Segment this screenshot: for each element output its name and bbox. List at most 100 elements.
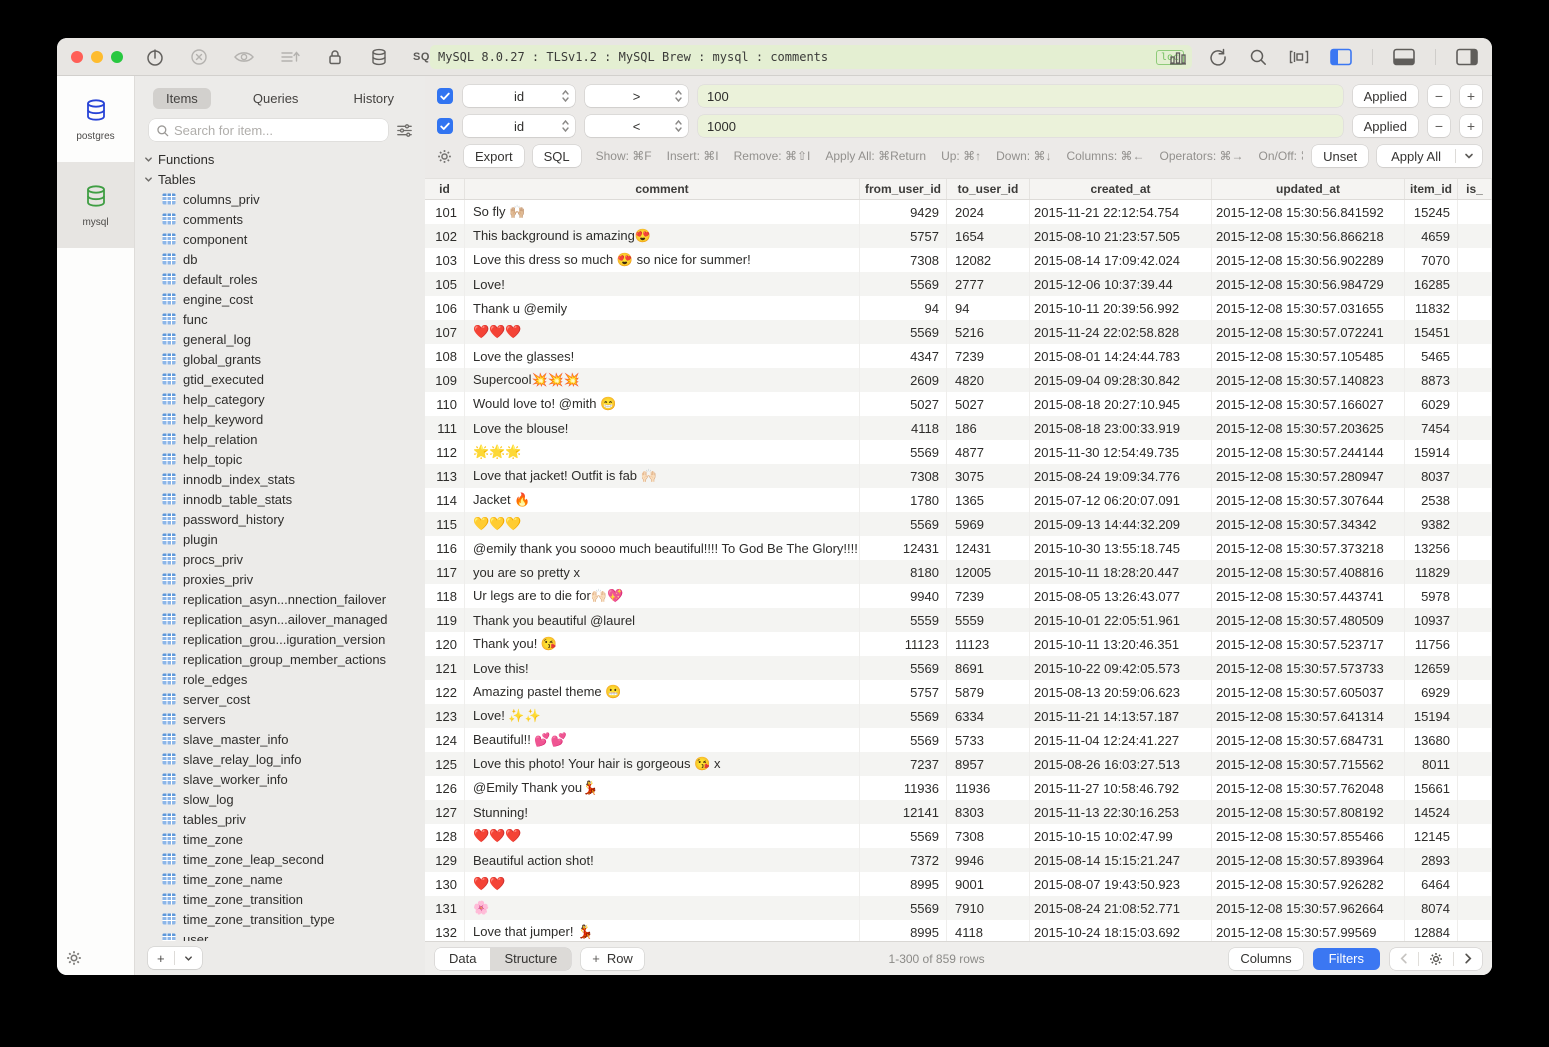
cell-updated_at[interactable]: 2015-12-08 15:30:57.072241	[1212, 320, 1405, 344]
sidebar-table-role_edges[interactable]: role_edges	[135, 669, 425, 689]
cell-updated_at[interactable]: 2015-12-08 15:30:56.841592	[1212, 200, 1405, 224]
cell-id[interactable]: 120	[425, 632, 465, 656]
cell-created_at[interactable]: 2015-08-01 14:24:44.783	[1030, 344, 1212, 368]
export-button[interactable]: Export	[464, 145, 524, 167]
cell-id[interactable]: 119	[425, 608, 465, 632]
tree-section-tables[interactable]: Tables	[135, 169, 425, 189]
cell-created_at[interactable]: 2015-08-14 17:09:42.024	[1030, 248, 1212, 272]
cell-comment[interactable]: you are so pretty x	[465, 560, 860, 584]
cell-id[interactable]: 132	[425, 920, 465, 941]
cell-comment[interactable]: ❤️❤️❤️	[465, 824, 860, 848]
cell-is_[interactable]	[1458, 584, 1492, 608]
table-row[interactable]: 121Love this!556986912015-10-22 09:42:05…	[425, 656, 1492, 680]
table-row[interactable]: 116@emily thank you soooo much beautiful…	[425, 536, 1492, 560]
table-row[interactable]: 122Amazing pastel theme 😬575758792015-08…	[425, 680, 1492, 704]
cell-item_id[interactable]: 11832	[1405, 296, 1458, 320]
cell-item_id[interactable]: 11756	[1405, 632, 1458, 656]
cell-comment[interactable]: ❤️❤️❤️	[465, 320, 860, 344]
cell-to_user_id[interactable]: 2024	[947, 200, 1030, 224]
sidebar-table-innodb_index_stats[interactable]: innodb_index_stats	[135, 469, 425, 489]
filter-applied-button[interactable]: Applied	[1353, 115, 1418, 137]
add-item-button[interactable]: +	[148, 947, 174, 969]
sidebar-table-slave_worker_info[interactable]: slave_worker_info	[135, 769, 425, 789]
table-row[interactable]: 112🌟🌟🌟556948772015-11-30 12:54:49.735201…	[425, 440, 1492, 464]
cell-created_at[interactable]: 2015-08-24 19:09:34.776	[1030, 464, 1212, 488]
next-page-button[interactable]	[1454, 948, 1482, 970]
cell-item_id[interactable]: 15451	[1405, 320, 1458, 344]
sidebar-table-gtid_executed[interactable]: gtid_executed	[135, 369, 425, 389]
unset-button[interactable]: Unset	[1312, 145, 1368, 167]
cell-is_[interactable]	[1458, 848, 1492, 872]
table-row[interactable]: 124Beautiful!! 💕💕556957332015-11-04 12:2…	[425, 728, 1492, 752]
cell-is_[interactable]	[1458, 416, 1492, 440]
sidebar-table-columns_priv[interactable]: columns_priv	[135, 189, 425, 209]
table-row[interactable]: 105Love!556927772015-12-06 10:37:39.4420…	[425, 272, 1492, 296]
cell-id[interactable]: 102	[425, 224, 465, 248]
cell-updated_at[interactable]: 2015-12-08 15:30:56.984729	[1212, 272, 1405, 296]
sidebar-table-time_zone_leap_second[interactable]: time_zone_leap_second	[135, 849, 425, 869]
cell-updated_at[interactable]: 2015-12-08 15:30:57.480509	[1212, 608, 1405, 632]
sidebar-table-proxies_priv[interactable]: proxies_priv	[135, 569, 425, 589]
column-header-updated_at[interactable]: updated_at	[1212, 179, 1405, 199]
column-header-comment[interactable]: comment	[465, 179, 860, 199]
filter-enabled-checkbox[interactable]	[437, 88, 453, 104]
sidebar-table-innodb_table_stats[interactable]: innodb_table_stats	[135, 489, 425, 509]
zoom-window-button[interactable]	[111, 51, 123, 63]
table-row[interactable]: 108Love the glasses!434772392015-08-01 1…	[425, 344, 1492, 368]
cell-id[interactable]: 112	[425, 440, 465, 464]
cell-to_user_id[interactable]: 5969	[947, 512, 1030, 536]
cell-comment[interactable]: Love this dress so much 😍 so nice for su…	[465, 248, 860, 272]
minimize-window-button[interactable]	[91, 51, 103, 63]
cell-created_at[interactable]: 2015-08-14 15:15:21.247	[1030, 848, 1212, 872]
cell-id[interactable]: 131	[425, 896, 465, 920]
cell-updated_at[interactable]: 2015-12-08 15:30:57.443741	[1212, 584, 1405, 608]
previous-page-button[interactable]	[1390, 948, 1418, 970]
cell-updated_at[interactable]: 2015-12-08 15:30:57.855466	[1212, 824, 1405, 848]
cell-created_at[interactable]: 2015-08-13 20:59:06.623	[1030, 680, 1212, 704]
sidebar-table-general_log[interactable]: general_log	[135, 329, 425, 349]
cell-updated_at[interactable]: 2015-12-08 15:30:57.893964	[1212, 848, 1405, 872]
cell-to_user_id[interactable]: 8303	[947, 800, 1030, 824]
cell-updated_at[interactable]: 2015-12-08 15:30:57.34342	[1212, 512, 1405, 536]
close-window-button[interactable]	[71, 51, 83, 63]
cell-updated_at[interactable]: 2015-12-08 15:30:57.373218	[1212, 536, 1405, 560]
refresh-icon[interactable]	[1208, 47, 1228, 67]
search-icon[interactable]	[1248, 47, 1268, 67]
cell-is_[interactable]	[1458, 824, 1492, 848]
chart-icon[interactable]	[1168, 47, 1188, 67]
cell-comment[interactable]: Love the glasses!	[465, 344, 860, 368]
cell-id[interactable]: 122	[425, 680, 465, 704]
sidebar-table-password_history[interactable]: password_history	[135, 509, 425, 529]
column-header-from_user_id[interactable]: from_user_id	[860, 179, 947, 199]
cell-updated_at[interactable]: 2015-12-08 15:30:57.031655	[1212, 296, 1405, 320]
cell-updated_at[interactable]: 2015-12-08 15:30:57.280947	[1212, 464, 1405, 488]
cell-is_[interactable]	[1458, 392, 1492, 416]
filters-button[interactable]: Filters	[1313, 948, 1380, 970]
cell-from_user_id[interactable]: 5569	[860, 704, 947, 728]
cell-to_user_id[interactable]: 186	[947, 416, 1030, 440]
table-row[interactable]: 111Love the blouse!41181862015-08-18 23:…	[425, 416, 1492, 440]
cell-updated_at[interactable]: 2015-12-08 15:30:57.408816	[1212, 560, 1405, 584]
filter-operator-select[interactable]: <	[585, 115, 688, 137]
cell-comment[interactable]: @emily thank you soooo much beautiful!!!…	[465, 536, 860, 560]
cell-item_id[interactable]: 7454	[1405, 416, 1458, 440]
cell-created_at[interactable]: 2015-10-01 22:05:51.961	[1030, 608, 1212, 632]
cell-id[interactable]: 106	[425, 296, 465, 320]
sidebar-table-time_zone_transition[interactable]: time_zone_transition	[135, 889, 425, 909]
column-header-created_at[interactable]: created_at	[1030, 179, 1212, 199]
cell-to_user_id[interactable]: 7239	[947, 344, 1030, 368]
commit-list-icon[interactable]	[279, 47, 301, 67]
filter-applied-button[interactable]: Applied	[1353, 85, 1418, 107]
sidebar-table-time_zone_transition_type[interactable]: time_zone_transition_type	[135, 909, 425, 929]
cell-to_user_id[interactable]: 9946	[947, 848, 1030, 872]
cell-item_id[interactable]: 8011	[1405, 752, 1458, 776]
settings-gear-icon[interactable]	[66, 950, 82, 966]
cell-is_[interactable]	[1458, 320, 1492, 344]
panel-right-toggle-icon[interactable]	[1456, 48, 1478, 66]
cell-created_at[interactable]: 2015-12-06 10:37:39.44	[1030, 272, 1212, 296]
cell-updated_at[interactable]: 2015-12-08 15:30:57.641314	[1212, 704, 1405, 728]
cell-item_id[interactable]: 15245	[1405, 200, 1458, 224]
cell-comment[interactable]: Thank you! 😘	[465, 632, 860, 656]
cell-to_user_id[interactable]: 5733	[947, 728, 1030, 752]
filter-value-input[interactable]	[698, 115, 1343, 137]
